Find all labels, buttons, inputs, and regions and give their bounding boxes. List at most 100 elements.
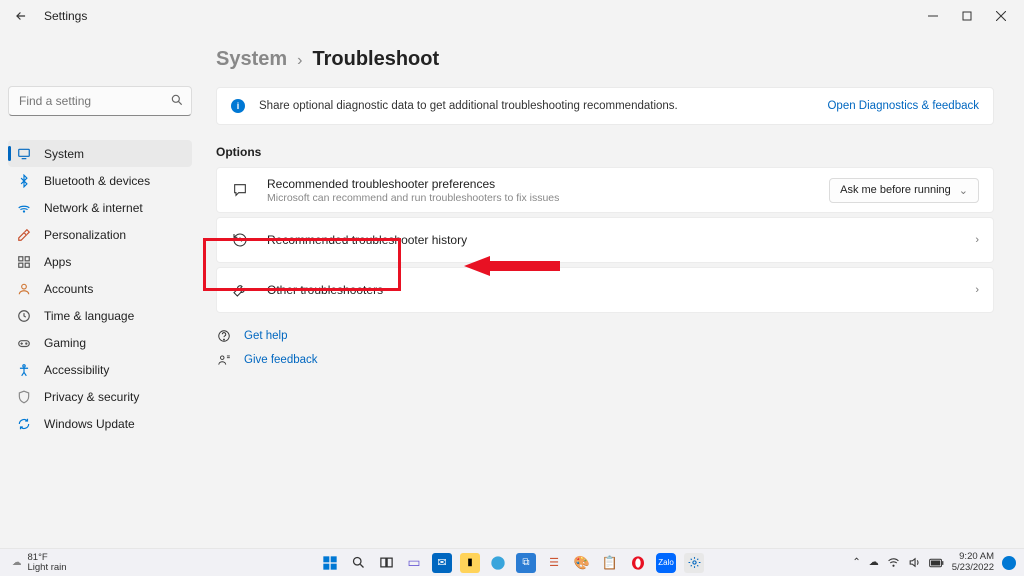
card-subtitle: Microsoft can recommend and run troubles… [267, 192, 559, 204]
chevron-right-icon: › [975, 234, 979, 246]
taskbar-app-generic2[interactable]: 📋 [600, 553, 620, 573]
task-view[interactable] [376, 553, 396, 573]
nav-accessibility[interactable]: Accessibility [8, 356, 192, 383]
personalization-icon [16, 227, 32, 243]
card-title: Recommended troubleshooter history [267, 233, 467, 247]
message-icon [231, 181, 249, 199]
breadcrumb: System › Troubleshoot [216, 48, 994, 71]
nav-privacy[interactable]: Privacy & security [8, 383, 192, 410]
info-icon: i [231, 99, 245, 113]
taskbar-app-zalo[interactable]: Zalo [656, 553, 676, 573]
tray-chevron-icon[interactable]: ⌃ [852, 557, 860, 568]
taskbar-app-explorer[interactable]: ▮ [460, 553, 480, 573]
chevron-down-icon: ⌄ [959, 184, 968, 197]
nav-time-language[interactable]: Time & language [8, 302, 192, 329]
bluetooth-icon [16, 173, 32, 189]
search-box[interactable] [8, 86, 192, 116]
card-title: Recommended troubleshooter preferences [267, 177, 559, 191]
chevron-right-icon: › [975, 284, 979, 296]
section-options-heading: Options [216, 145, 994, 159]
nav-label: Gaming [44, 336, 86, 350]
main-panel: System › Troubleshoot i Share optional d… [200, 32, 1024, 550]
apps-icon [16, 254, 32, 270]
nav-label: Windows Update [44, 417, 135, 431]
system-tray[interactable]: ⌃ ☁ 9:20 AM 5/23/2022 [852, 552, 1016, 573]
breadcrumb-parent[interactable]: System [216, 48, 287, 71]
taskbar-center: ▭ ✉ ▮ ⧉ ☰ 🎨 📋 Zalo [320, 553, 704, 573]
gaming-icon [16, 335, 32, 351]
system-icon [16, 146, 32, 162]
taskbar-app-opera[interactable] [628, 553, 648, 573]
tray-wifi-icon[interactable] [887, 556, 900, 569]
nav-label: Apps [44, 255, 71, 269]
taskbar-weather[interactable]: ☁ 81°F Light rain [12, 553, 67, 573]
help-icon [216, 328, 232, 344]
search-icon [170, 93, 184, 107]
clock-date: 5/23/2022 [952, 563, 994, 573]
nav-system[interactable]: System [8, 140, 192, 167]
taskbar-app-settings[interactable] [684, 553, 704, 573]
nav-bluetooth[interactable]: Bluetooth & devices [8, 167, 192, 194]
maximize-button[interactable] [950, 3, 984, 29]
tray-onedrive-icon[interactable]: ☁ [869, 557, 879, 568]
clock-time: 9:20 AM [952, 552, 994, 562]
link-text: Get help [244, 330, 287, 342]
taskbar-app-generic1[interactable]: 🎨 [572, 553, 592, 573]
title-bar: Settings [0, 0, 1024, 32]
banner-link[interactable]: Open Diagnostics & feedback [827, 100, 979, 112]
card-troubleshooter-preferences[interactable]: Recommended troubleshooter preferences M… [216, 167, 994, 213]
taskbar-clock[interactable]: 9:20 AM 5/23/2022 [952, 552, 994, 573]
weather-temp: 81°F [28, 553, 67, 563]
card-title: Other troubleshooters [267, 283, 383, 297]
minimize-button[interactable] [916, 3, 950, 29]
breadcrumb-sep: › [297, 52, 302, 70]
nav-personalization[interactable]: Personalization [8, 221, 192, 248]
weather-condition: Light rain [28, 563, 67, 573]
page-title: Troubleshoot [312, 48, 439, 71]
profile-area [8, 32, 192, 86]
close-button[interactable] [984, 3, 1018, 29]
dropdown-value: Ask me before running [840, 184, 951, 196]
nav-gaming[interactable]: Gaming [8, 329, 192, 356]
nav-label: Bluetooth & devices [44, 174, 150, 188]
update-icon [16, 416, 32, 432]
weather-icon: ☁ [12, 558, 22, 568]
tray-battery-icon[interactable] [929, 558, 944, 568]
link-text: Give feedback [244, 354, 318, 366]
card-other-troubleshooters[interactable]: Other troubleshooters › [216, 267, 994, 313]
taskbar-app-vscode[interactable]: ⧉ [516, 553, 536, 573]
window-title: Settings [44, 9, 87, 23]
back-button[interactable] [12, 7, 30, 25]
nav-label: Network & internet [44, 201, 143, 215]
taskbar[interactable]: ☁ 81°F Light rain ▭ ✉ ▮ ⧉ ☰ 🎨 📋 Zalo ⌃ ☁… [0, 548, 1024, 576]
nav-windows-update[interactable]: Windows Update [8, 410, 192, 437]
give-feedback-link[interactable]: Give feedback [216, 349, 994, 371]
tray-volume-icon[interactable] [908, 556, 921, 569]
nav-network[interactable]: Network & internet [8, 194, 192, 221]
accounts-icon [16, 281, 32, 297]
taskbar-app-unikey[interactable]: ☰ [544, 553, 564, 573]
card-troubleshooter-history[interactable]: Recommended troubleshooter history › [216, 217, 994, 263]
taskbar-app-chat[interactable]: ▭ [404, 553, 424, 573]
taskbar-search[interactable] [348, 553, 368, 573]
nav-label: System [44, 147, 84, 161]
time-icon [16, 308, 32, 324]
nav-label: Time & language [44, 309, 134, 323]
nav-apps[interactable]: Apps [8, 248, 192, 275]
get-help-link[interactable]: Get help [216, 325, 994, 347]
nav-list: System Bluetooth & devices Network & int… [8, 140, 192, 437]
nav-accounts[interactable]: Accounts [8, 275, 192, 302]
preferences-dropdown[interactable]: Ask me before running ⌄ [829, 178, 979, 203]
info-banner: i Share optional diagnostic data to get … [216, 87, 994, 125]
taskbar-app-edge[interactable] [488, 553, 508, 573]
start-button[interactable] [320, 553, 340, 573]
tray-notification-icon[interactable] [1002, 556, 1016, 570]
nav-label: Personalization [44, 228, 126, 242]
privacy-icon [16, 389, 32, 405]
taskbar-app-mail[interactable]: ✉ [432, 553, 452, 573]
network-icon [16, 200, 32, 216]
nav-label: Accounts [44, 282, 93, 296]
search-input[interactable] [8, 86, 192, 116]
nav-label: Privacy & security [44, 390, 139, 404]
accessibility-icon [16, 362, 32, 378]
